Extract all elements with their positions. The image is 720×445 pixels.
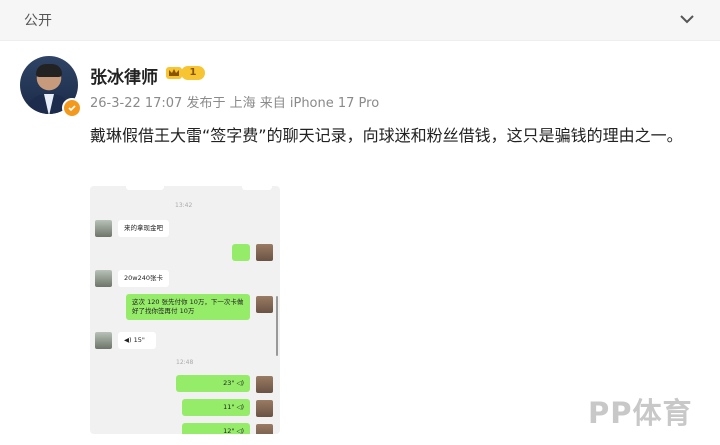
chat-avatar-left	[95, 220, 112, 237]
chat-screenshot-image[interactable]: 13:42 来的拿现金吧 20w240张卡 这次 120 张先付你 10万，下一…	[90, 186, 280, 434]
chat-avatar-right	[256, 244, 273, 261]
verified-check-icon	[62, 98, 82, 118]
scrollbar	[276, 296, 278, 356]
chat-bubble-green	[232, 244, 250, 261]
visibility-label: 公开	[24, 13, 52, 29]
visibility-bar: 公开	[0, 0, 720, 41]
voice-message-green: 12" ◁)	[182, 423, 250, 434]
chat-timestamp: 13:42	[175, 202, 193, 209]
chat-avatar-right	[256, 296, 273, 313]
chat-avatar-left	[95, 270, 112, 287]
voice-message-green: 11" ◁)	[182, 399, 250, 416]
chat-bubble: 20w240张卡	[118, 270, 169, 287]
voice-message: ◀) 15"	[118, 332, 156, 349]
watermark-logo: PP体育	[588, 396, 693, 430]
post-text: 戴琳假借王大雷“签字费”的聊天记录，向球迷和粉丝借钱，这只是骗钱的理由之一。	[90, 126, 683, 145]
chevron-down-icon[interactable]	[676, 8, 698, 30]
voice-message-green: 23" ◁)	[176, 375, 250, 392]
chat-bubble-green: 这次 120 张先付你 10万，下一次卡做好了找你签再付 10万	[126, 294, 250, 320]
level-badge: 1	[181, 66, 205, 80]
chat-avatar-right	[256, 424, 273, 434]
chat-avatar-left	[95, 332, 112, 349]
chat-avatar-right	[256, 400, 273, 417]
chat-bubble: 来的拿现金吧	[118, 220, 169, 237]
post-meta: 26-3-22 17:07 发布于 上海 来自 iPhone 17 Pro	[90, 96, 380, 111]
author-name[interactable]: 张冰律师	[90, 63, 158, 88]
chat-timestamp: 12:48	[176, 359, 194, 366]
chat-avatar-right	[256, 376, 273, 393]
